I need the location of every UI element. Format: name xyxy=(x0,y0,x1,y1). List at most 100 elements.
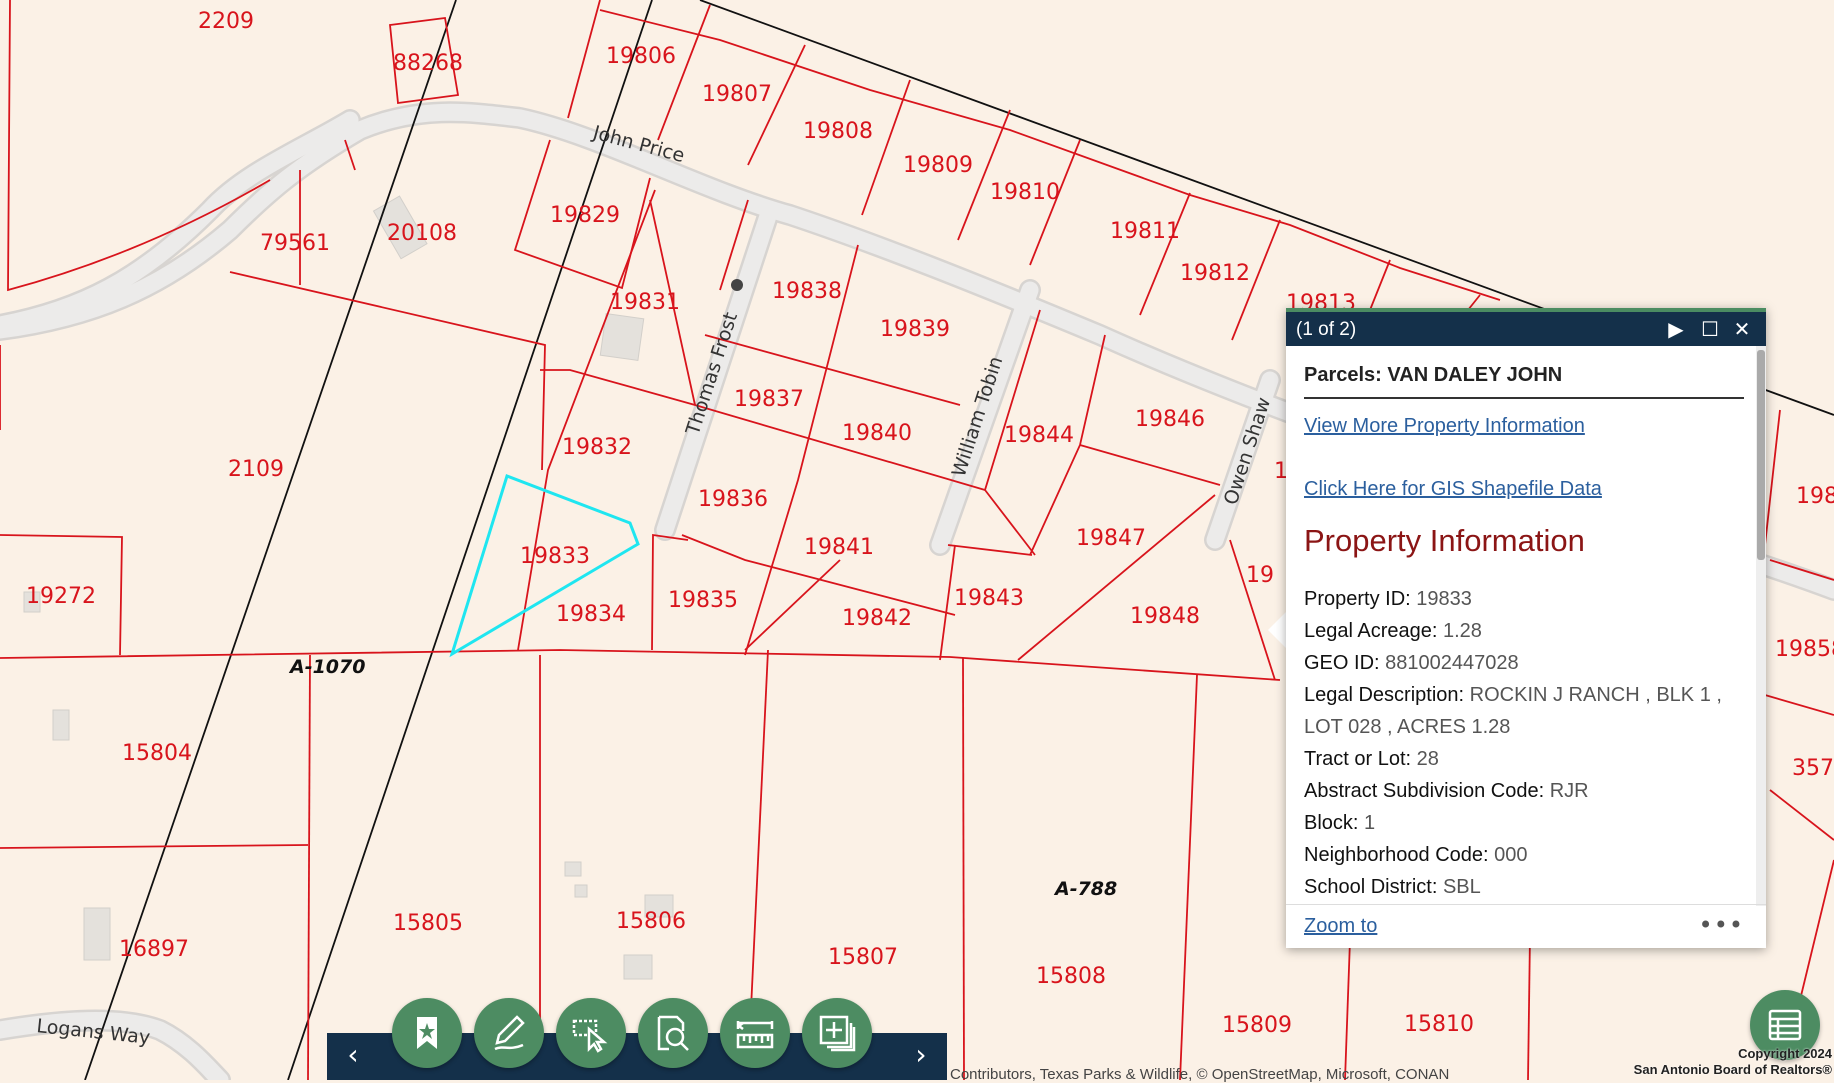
property-fields: Property ID: 19833 Legal Acreage: 1.28 G… xyxy=(1304,583,1744,896)
parcel-label: 19837 xyxy=(734,387,804,412)
parcel-label: 19843 xyxy=(954,586,1024,611)
select-tool-button[interactable] xyxy=(556,998,626,1068)
ruler-icon xyxy=(736,1021,774,1049)
parcel-label: 19858 xyxy=(1775,637,1834,662)
field-value: 1 xyxy=(1364,812,1376,834)
parcel-label: 19846 xyxy=(1135,407,1205,432)
view-more-property-link[interactable]: View More Property Information xyxy=(1304,415,1744,438)
popup-header: (1 of 2) ▶ ☐ ✕ xyxy=(1286,308,1766,346)
list-icon xyxy=(1768,1009,1802,1041)
parcel-label: 19847 xyxy=(1076,526,1146,551)
parcel-label: 15805 xyxy=(393,911,463,936)
more-options-icon[interactable]: ••• xyxy=(1699,911,1744,939)
parcel-label: 19806 xyxy=(606,44,676,69)
parcel-label: 88268 xyxy=(393,51,463,76)
draw-tool-button[interactable] xyxy=(474,998,544,1068)
parcel-label: 19809 xyxy=(903,153,973,178)
field-row: Block: 1 xyxy=(1304,807,1744,839)
parcel-label: 15806 xyxy=(616,909,686,934)
field-value: 19833 xyxy=(1416,588,1472,610)
copyright-notice: Copyright 2024 San Antonio Board of Real… xyxy=(1634,1046,1832,1078)
parcel-label: 19832 xyxy=(562,435,632,460)
parcel-label: 19842 xyxy=(842,606,912,631)
field-value: 000 xyxy=(1494,844,1528,866)
parcel-label: 19272 xyxy=(26,584,96,609)
field-key: Tract or Lot: xyxy=(1304,748,1412,770)
add-data-button[interactable] xyxy=(802,998,872,1068)
section-heading: Property Information xyxy=(1304,523,1585,558)
parcel-label: 19835 xyxy=(668,588,738,613)
field-value: 881002447028 xyxy=(1385,652,1519,674)
bookmark-icon xyxy=(417,1017,437,1049)
location-marker-icon xyxy=(731,279,743,291)
parcel-label: 19838 xyxy=(772,279,842,304)
parcel-label: 198 xyxy=(1796,484,1834,509)
parcel-label: 19836 xyxy=(698,487,768,512)
field-key: Legal Description: xyxy=(1304,684,1465,706)
parcel-label: 15804 xyxy=(122,741,192,766)
parcel-label: 15809 xyxy=(1222,1013,1292,1038)
field-row: GEO ID: 881002447028 xyxy=(1304,647,1744,679)
parcel-label: 19834 xyxy=(556,602,626,627)
parcel-label: 19848 xyxy=(1130,604,1200,629)
field-key: GEO ID: xyxy=(1304,652,1380,674)
parcel-label: 16897 xyxy=(119,937,189,962)
close-icon[interactable]: ✕ xyxy=(1728,315,1756,343)
measure-tool-button[interactable] xyxy=(720,998,790,1068)
parcel-label: 2209 xyxy=(198,9,254,34)
field-key: Property ID: xyxy=(1304,588,1411,610)
popup-title: Parcels: VAN DALEY JOHN xyxy=(1304,364,1744,399)
play-icon[interactable]: ▶ xyxy=(1662,315,1690,343)
toolbar-next-button[interactable]: › xyxy=(906,1038,936,1071)
parcel-label: 15810 xyxy=(1404,1012,1474,1037)
field-row: Legal Description: ROCKIN J RANCH , BLK … xyxy=(1304,679,1744,743)
feature-count: (1 of 2) xyxy=(1296,319,1357,340)
parcel-label: 15808 xyxy=(1036,964,1106,989)
parcel-label: 19829 xyxy=(550,203,620,228)
parcel-label: 19810 xyxy=(990,180,1060,205)
parcel-label: 15807 xyxy=(828,945,898,970)
field-key: Neighborhood Code: xyxy=(1304,844,1489,866)
parcel-label: 19831 xyxy=(610,290,680,315)
map-attribution: Contributors, Texas Parks & Wildlife, © … xyxy=(950,1066,1450,1083)
search-tool-button[interactable] xyxy=(638,998,708,1068)
popup-content: Parcels: VAN DALEY JOHN View More Proper… xyxy=(1304,346,1744,896)
field-key: Block: xyxy=(1304,812,1359,834)
copyright-year: Copyright 2024 xyxy=(1738,1046,1832,1061)
parcel-label: 357 xyxy=(1792,756,1834,781)
parcel-label: 19808 xyxy=(803,119,873,144)
parcel-label: 19841 xyxy=(804,535,874,560)
field-value: RJR xyxy=(1549,780,1589,802)
field-row: Abstract Subdivision Code: RJR xyxy=(1304,775,1744,807)
field-row: Neighborhood Code: 000 xyxy=(1304,839,1744,871)
gis-shapefile-link[interactable]: Click Here for GIS Shapefile Data xyxy=(1304,478,1744,501)
zoom-to-link[interactable]: Zoom to xyxy=(1304,915,1377,938)
bookmark-tool-button[interactable] xyxy=(392,998,462,1068)
maximize-icon[interactable]: ☐ xyxy=(1696,315,1724,343)
field-row: Legal Acreage: 1.28 xyxy=(1304,615,1744,647)
abstract-label: A-1070 xyxy=(288,656,365,678)
field-row: Property ID: 19833 xyxy=(1304,583,1744,615)
field-key: Legal Acreage: xyxy=(1304,620,1438,642)
abstract-label: A-788 xyxy=(1053,878,1117,900)
popup-footer: Zoom to ••• xyxy=(1286,904,1766,949)
field-value: 28 xyxy=(1416,748,1439,770)
parcel-label: 19 xyxy=(1246,563,1274,588)
identify-popup: (1 of 2) ▶ ☐ ✕ Parcels: VAN DALEY JOHN V… xyxy=(1286,308,1766,948)
popup-pointer xyxy=(1268,612,1286,648)
parcel-label: 20108 xyxy=(387,221,457,246)
parcel-label: 19844 xyxy=(1004,423,1074,448)
toolbar-prev-button[interactable]: ‹ xyxy=(338,1038,368,1071)
pencil-icon xyxy=(494,1015,525,1051)
field-key: School District: xyxy=(1304,876,1438,896)
popup-scrollbar-thumb[interactable] xyxy=(1757,350,1765,560)
parcel-label: 79561 xyxy=(260,231,330,256)
field-row: School District: SBL xyxy=(1304,871,1744,896)
field-value: SBL xyxy=(1442,876,1481,896)
parcel-label: 19812 xyxy=(1180,261,1250,286)
field-row: Tract or Lot: 28 xyxy=(1304,743,1744,775)
add-layer-icon xyxy=(819,1015,856,1052)
parcel-label: 19833 xyxy=(520,544,590,569)
parcel-label: 2109 xyxy=(228,457,284,482)
parcel-label: 19839 xyxy=(880,317,950,342)
